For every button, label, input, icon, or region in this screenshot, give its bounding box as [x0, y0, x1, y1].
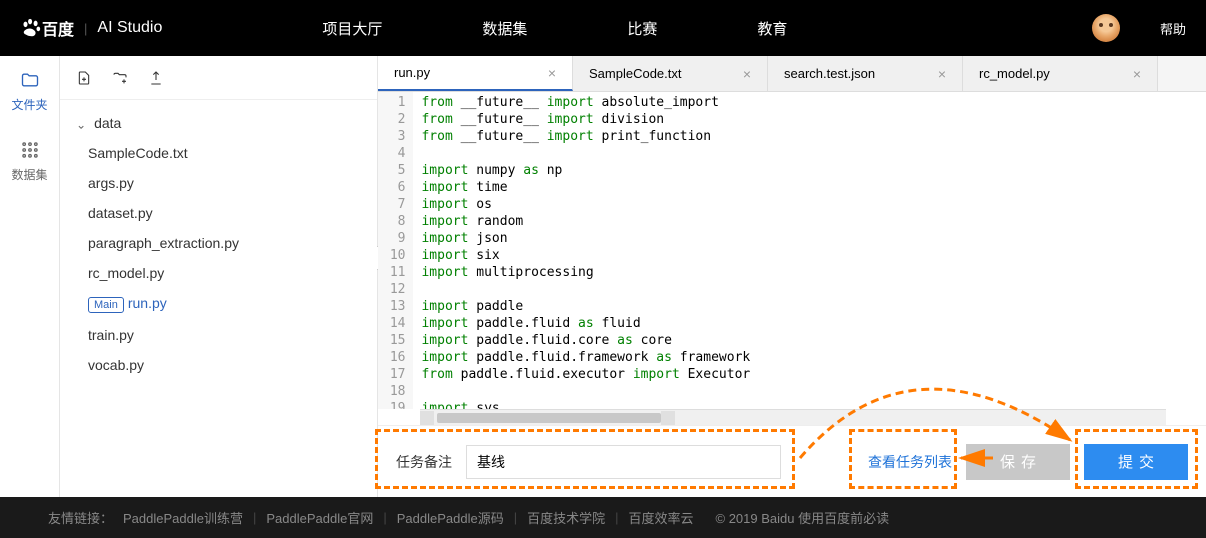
main-badge: Main	[88, 297, 124, 313]
tab-label: run.py	[394, 65, 430, 80]
file-args[interactable]: args.py	[76, 168, 361, 198]
footer-link-2[interactable]: PaddlePaddle源码	[397, 508, 504, 527]
bottom-bar: 任务备注 查看任务列表 保存 提交	[378, 425, 1206, 497]
nav-right: 帮助	[1092, 14, 1186, 42]
folder-data[interactable]: data	[76, 108, 361, 138]
side-tabs: 文件夹 数据集	[0, 56, 60, 497]
dataset-icon	[20, 140, 40, 160]
save-button[interactable]: 保存	[966, 444, 1070, 480]
nav-education[interactable]: 教育	[707, 18, 837, 39]
tab-label: SampleCode.txt	[589, 66, 682, 81]
file-vocab[interactable]: vocab.py	[76, 350, 361, 380]
editor-area: run.py×SampleCode.txt×search.test.json×r…	[378, 56, 1206, 497]
nav-datasets[interactable]: 数据集	[432, 18, 577, 39]
nav-links: 项目大厅 数据集 比赛 教育	[272, 18, 837, 39]
folder-icon	[20, 70, 40, 90]
file-panel: data SampleCode.txt args.py dataset.py p…	[60, 56, 378, 497]
footer-link-3[interactable]: 百度技术学院	[527, 508, 605, 527]
logo-divider: |	[84, 21, 87, 36]
gutter: 123456789101112131415161718192021222324	[378, 92, 413, 409]
footer-label: 友情链接：	[48, 508, 113, 527]
task-list-link[interactable]: 查看任务列表	[868, 452, 952, 472]
code-content[interactable]: from __future__ import absolute_importfr…	[413, 92, 1206, 409]
footer-copyright: © 2019 Baidu 使用百度前必读	[716, 508, 890, 527]
close-icon[interactable]: ×	[548, 65, 556, 81]
footer: 友情链接： PaddlePaddle训练营| PaddlePaddle官网| P…	[0, 497, 1206, 538]
new-file-icon[interactable]	[76, 70, 92, 86]
code-editor[interactable]: 123456789101112131415161718192021222324 …	[378, 92, 1206, 409]
new-folder-icon[interactable]	[112, 70, 128, 86]
file-run[interactable]: Mainrun.py	[76, 288, 361, 320]
editor-tab[interactable]: rc_model.py ×	[963, 56, 1158, 91]
tab-label: rc_model.py	[979, 66, 1050, 81]
top-nav: 百度 | AI Studio 项目大厅 数据集 比赛 教育 帮助	[0, 0, 1206, 56]
editor-tab[interactable]: SampleCode.txt ×	[573, 56, 768, 91]
tab-label: search.test.json	[784, 66, 875, 81]
file-tree: data SampleCode.txt args.py dataset.py p…	[60, 100, 377, 388]
close-icon[interactable]: ×	[743, 66, 751, 82]
file-rc-model[interactable]: rc_model.py	[76, 258, 361, 288]
close-icon[interactable]: ×	[938, 66, 946, 82]
nav-help[interactable]: 帮助	[1160, 19, 1186, 38]
side-tab-files[interactable]: 文件夹	[0, 56, 59, 126]
footer-link-1[interactable]: PaddlePaddle官网	[266, 508, 373, 527]
file-paragraph-extraction[interactable]: paragraph_extraction.py	[76, 228, 361, 258]
file-dataset[interactable]: dataset.py	[76, 198, 361, 228]
nav-project-hall[interactable]: 项目大厅	[272, 18, 432, 39]
file-train[interactable]: train.py	[76, 320, 361, 350]
editor-tab[interactable]: search.test.json ×	[768, 56, 963, 91]
file-toolbar	[60, 56, 377, 100]
remark-label: 任务备注	[396, 452, 452, 472]
nav-competition[interactable]: 比赛	[577, 18, 707, 39]
upload-icon[interactable]	[148, 70, 164, 86]
footer-link-0[interactable]: PaddlePaddle训练营	[123, 508, 243, 527]
baidu-logo: 百度	[20, 16, 74, 40]
footer-link-4[interactable]: 百度效率云	[629, 508, 694, 527]
editor-tab[interactable]: run.py ×	[378, 56, 573, 91]
side-tab-dataset[interactable]: 数据集	[0, 126, 59, 196]
editor-tabs: run.py×SampleCode.txt×search.test.json×r…	[378, 56, 1206, 92]
submit-button[interactable]: 提交	[1084, 444, 1188, 480]
horizontal-scrollbar[interactable]	[420, 409, 1166, 425]
close-icon[interactable]: ×	[1133, 66, 1141, 82]
brand-studio: AI Studio	[97, 19, 162, 37]
file-samplecode[interactable]: SampleCode.txt	[76, 138, 361, 168]
avatar[interactable]	[1092, 14, 1120, 42]
scrollbar-thumb[interactable]	[437, 413, 661, 423]
logo-area[interactable]: 百度 | AI Studio	[20, 16, 162, 40]
remark-input[interactable]	[466, 445, 781, 479]
main-area: 文件夹 数据集 data SampleCode.txt args.py data…	[0, 56, 1206, 497]
paw-icon	[20, 17, 42, 39]
